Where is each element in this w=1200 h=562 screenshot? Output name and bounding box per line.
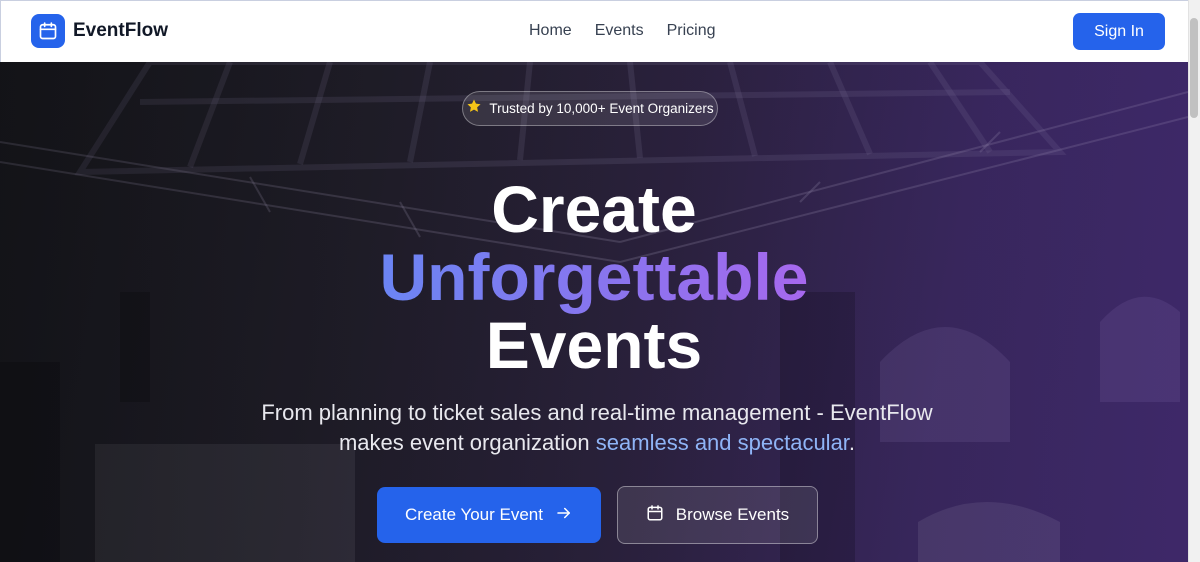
badge-text: Trusted by 10,000+ Event Organizers	[489, 101, 714, 116]
nav-links: Home Events Pricing	[529, 22, 716, 40]
trust-badge: Trusted by 10,000+ Event Organizers	[462, 91, 718, 126]
hero-section: Trusted by 10,000+ Event Organizers Crea…	[0, 62, 1188, 562]
subtitle-suffix: .	[848, 430, 856, 455]
top-navbar: EventFlow Home Events Pricing Sign In	[0, 0, 1200, 62]
headline-line-3: Events	[485, 308, 703, 382]
headline-gradient-text: Unforgettable	[379, 240, 809, 314]
create-event-label: Create Your Event	[405, 505, 543, 524]
subtitle-line-1: From planning to ticket sales and real-t…	[261, 400, 933, 425]
star-icon	[466, 98, 482, 119]
subtitle-highlight: seamless and spectacular	[595, 430, 849, 455]
scrollbar[interactable]	[1188, 0, 1200, 562]
create-event-button[interactable]: Create Your Event	[377, 487, 601, 543]
calendar-icon	[31, 14, 65, 48]
headline-line-1: Create	[491, 172, 697, 246]
nav-link-events[interactable]: Events	[595, 22, 644, 40]
nav-link-home[interactable]: Home	[529, 22, 572, 40]
subtitle-prefix: makes event organization	[338, 430, 596, 455]
calendar-icon	[646, 504, 664, 527]
browse-events-label: Browse Events	[675, 505, 790, 524]
scrollbar-thumb[interactable]	[1190, 18, 1198, 118]
headline-line-2: Unforgettable	[0, 244, 1188, 310]
nav-link-pricing[interactable]: Pricing	[667, 22, 716, 40]
arrow-right-icon	[555, 504, 573, 527]
brand-name: EventFlow	[73, 20, 169, 41]
browse-events-button[interactable]: Browse Events	[617, 486, 818, 544]
brand[interactable]: EventFlow	[31, 14, 168, 48]
sign-in-button[interactable]: Sign In	[1073, 13, 1165, 50]
subtitle-line-2: makes event organization seamless and sp…	[0, 428, 1188, 458]
